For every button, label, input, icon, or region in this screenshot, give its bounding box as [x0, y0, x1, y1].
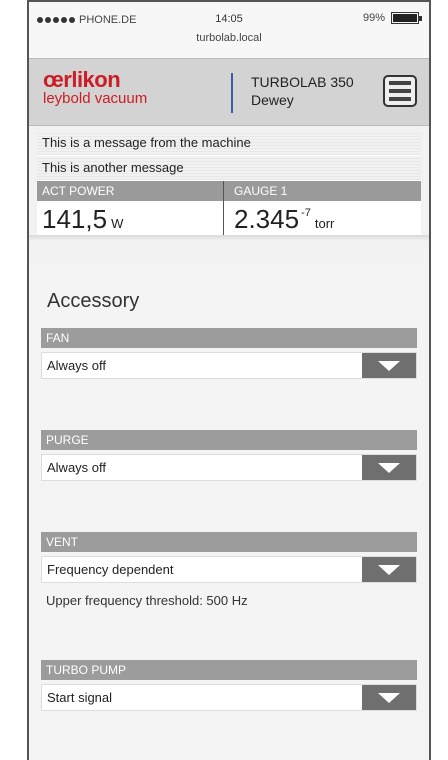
battery-status: 99% [362, 12, 422, 24]
group-label: PURGE [41, 430, 417, 450]
readout-value: 141,5 W [37, 204, 229, 235]
machine-message: This is a message from the machine [37, 131, 421, 155]
triangle-down-icon [378, 692, 400, 703]
battery-percent: 99% [362, 12, 385, 24]
gauge-exponent: -7 [301, 207, 311, 219]
oerlikon-logo: œrlikon leybold vacuum [43, 69, 147, 107]
fan-select[interactable]: Always off [41, 352, 417, 379]
select-value: Start signal [47, 690, 113, 705]
gauge-unit: torr [314, 216, 335, 231]
group-label: TURBO PUMP [41, 660, 417, 680]
triangle-down-icon [378, 360, 400, 371]
triangle-down-icon [378, 462, 400, 473]
power-unit: W [111, 216, 124, 231]
select-value: Always off [47, 460, 107, 475]
triangle-down-icon [378, 564, 400, 575]
select-value: Always off [47, 358, 107, 373]
panel-shadow [29, 235, 429, 241]
accessory-group-fan: FAN Always off [41, 328, 417, 379]
logo-sub-text: leybold vacuum [43, 90, 148, 107]
device-model: TURBOLAB 350 [251, 74, 354, 90]
status-bar: PHONE.DE 14:05 turbolab.local 99% [29, 2, 429, 58]
vent-select[interactable]: Frequency dependent [41, 556, 417, 583]
accessory-group-vent: VENT Frequency dependent Upper frequency… [41, 532, 417, 608]
power-value: 141,5 [42, 204, 108, 234]
hamburger-menu-icon[interactable] [383, 75, 417, 107]
readout-gauge-1: GAUGE 1 2.345 -7torr [229, 181, 421, 235]
select-value: Frequency dependent [47, 562, 174, 577]
readout-act-power: ACT POWER 141,5 W [37, 181, 229, 235]
readout-divider [223, 181, 224, 235]
status-panel: This is a message from the machine This … [37, 131, 421, 235]
readout-value: 2.345 -7torr [229, 204, 421, 235]
app-header: œrlikon leybold vacuum TURBOLAB 350 Dewe… [29, 58, 429, 126]
device-info: TURBOLAB 350 Dewey [251, 73, 354, 109]
accessory-section: Accessory FAN Always off PURGE Always of… [29, 264, 429, 760]
readout-label: GAUGE 1 [229, 181, 421, 201]
group-label: FAN [41, 328, 417, 348]
purge-select[interactable]: Always off [41, 454, 417, 481]
dropdown-button[interactable] [362, 685, 416, 710]
gauge-value: 2.345 [234, 204, 300, 234]
device-name: Dewey [251, 92, 294, 108]
accessory-group-turbo-pump: TURBO PUMP Start signal [41, 660, 417, 711]
dropdown-button[interactable] [362, 557, 416, 582]
logo-main-text: œrlikon [43, 67, 121, 92]
phone-frame: PHONE.DE 14:05 turbolab.local 99% œrliko… [27, 0, 431, 760]
machine-message: This is another message [37, 156, 421, 180]
group-label: VENT [41, 532, 417, 552]
address-bar[interactable]: turbolab.local [29, 32, 429, 44]
turbo-pump-select[interactable]: Start signal [41, 684, 417, 711]
header-divider [231, 73, 233, 113]
battery-icon [391, 12, 422, 24]
accessory-group-purge: PURGE Always off [41, 430, 417, 481]
readout-label: ACT POWER [37, 181, 229, 201]
dropdown-button[interactable] [362, 353, 416, 378]
vent-threshold-note: Upper frequency threshold: 500 Hz [46, 593, 248, 608]
readouts: ACT POWER 141,5 W GAUGE 1 2.345 -7torr [37, 181, 421, 235]
page-title: Accessory [47, 290, 140, 312]
dropdown-button[interactable] [362, 455, 416, 480]
